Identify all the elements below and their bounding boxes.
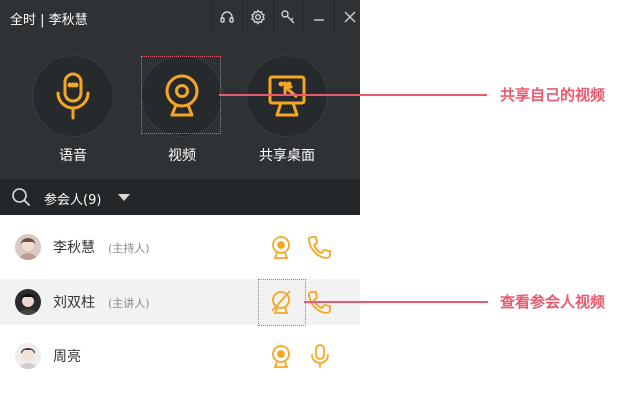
microphone-icon[interactable] (308, 343, 332, 369)
callout-line-view-video (304, 301, 488, 303)
voice-button[interactable]: 语音 (32, 55, 114, 165)
avatar (15, 234, 41, 260)
attendees-label: 参会人(9) (44, 193, 102, 208)
phone-icon[interactable] (306, 234, 332, 260)
avatar (15, 343, 41, 369)
window-controls (211, 0, 365, 34)
tools-icon[interactable] (272, 0, 304, 34)
video-highlight-box (141, 56, 221, 134)
webcam-icon[interactable] (268, 234, 294, 260)
attendee-name: 周亮 (53, 349, 81, 365)
attendees-bar[interactable]: 参会人(9) (0, 179, 360, 215)
title-bar: 全时 | 李秋慧 (0, 0, 360, 34)
window-title: 全时 | 李秋慧 (10, 13, 88, 28)
video-off-highlight-box (258, 279, 306, 326)
minimize-icon[interactable] (303, 0, 334, 34)
share-desktop-label: 共享桌面 (259, 148, 315, 164)
gear-icon[interactable] (241, 0, 273, 34)
callout-view-attendee-video: 查看参会人视频 (500, 293, 606, 311)
callout-share-own-video: 共享自己的视频 (500, 86, 606, 104)
search-icon[interactable] (11, 187, 31, 207)
callout-line-share-video (219, 94, 487, 96)
attendee-name: 李秋慧 (53, 240, 95, 256)
attendee-row[interactable]: 周亮 (0, 333, 360, 379)
webcam-icon[interactable] (268, 343, 294, 369)
headset-icon[interactable] (211, 0, 242, 34)
meeting-panel: 全时 | 李秋慧 语音 视频 共享桌面 参会人(9) (0, 0, 360, 215)
screen-share-icon (268, 75, 306, 117)
voice-label: 语音 (59, 148, 87, 164)
share-desktop-button[interactable]: 共享桌面 (246, 55, 328, 165)
microphone-icon (56, 72, 90, 120)
attendee-row[interactable]: 李秋慧 (主持人) (0, 224, 360, 270)
avatar (15, 289, 41, 315)
attendee-role: (主持人) (108, 242, 150, 255)
attendee-role: (主讲人) (108, 297, 150, 310)
chevron-down-icon[interactable] (118, 194, 130, 201)
close-icon[interactable] (334, 0, 365, 34)
video-label: 视频 (168, 148, 196, 164)
attendee-name: 刘双柱 (53, 295, 95, 311)
